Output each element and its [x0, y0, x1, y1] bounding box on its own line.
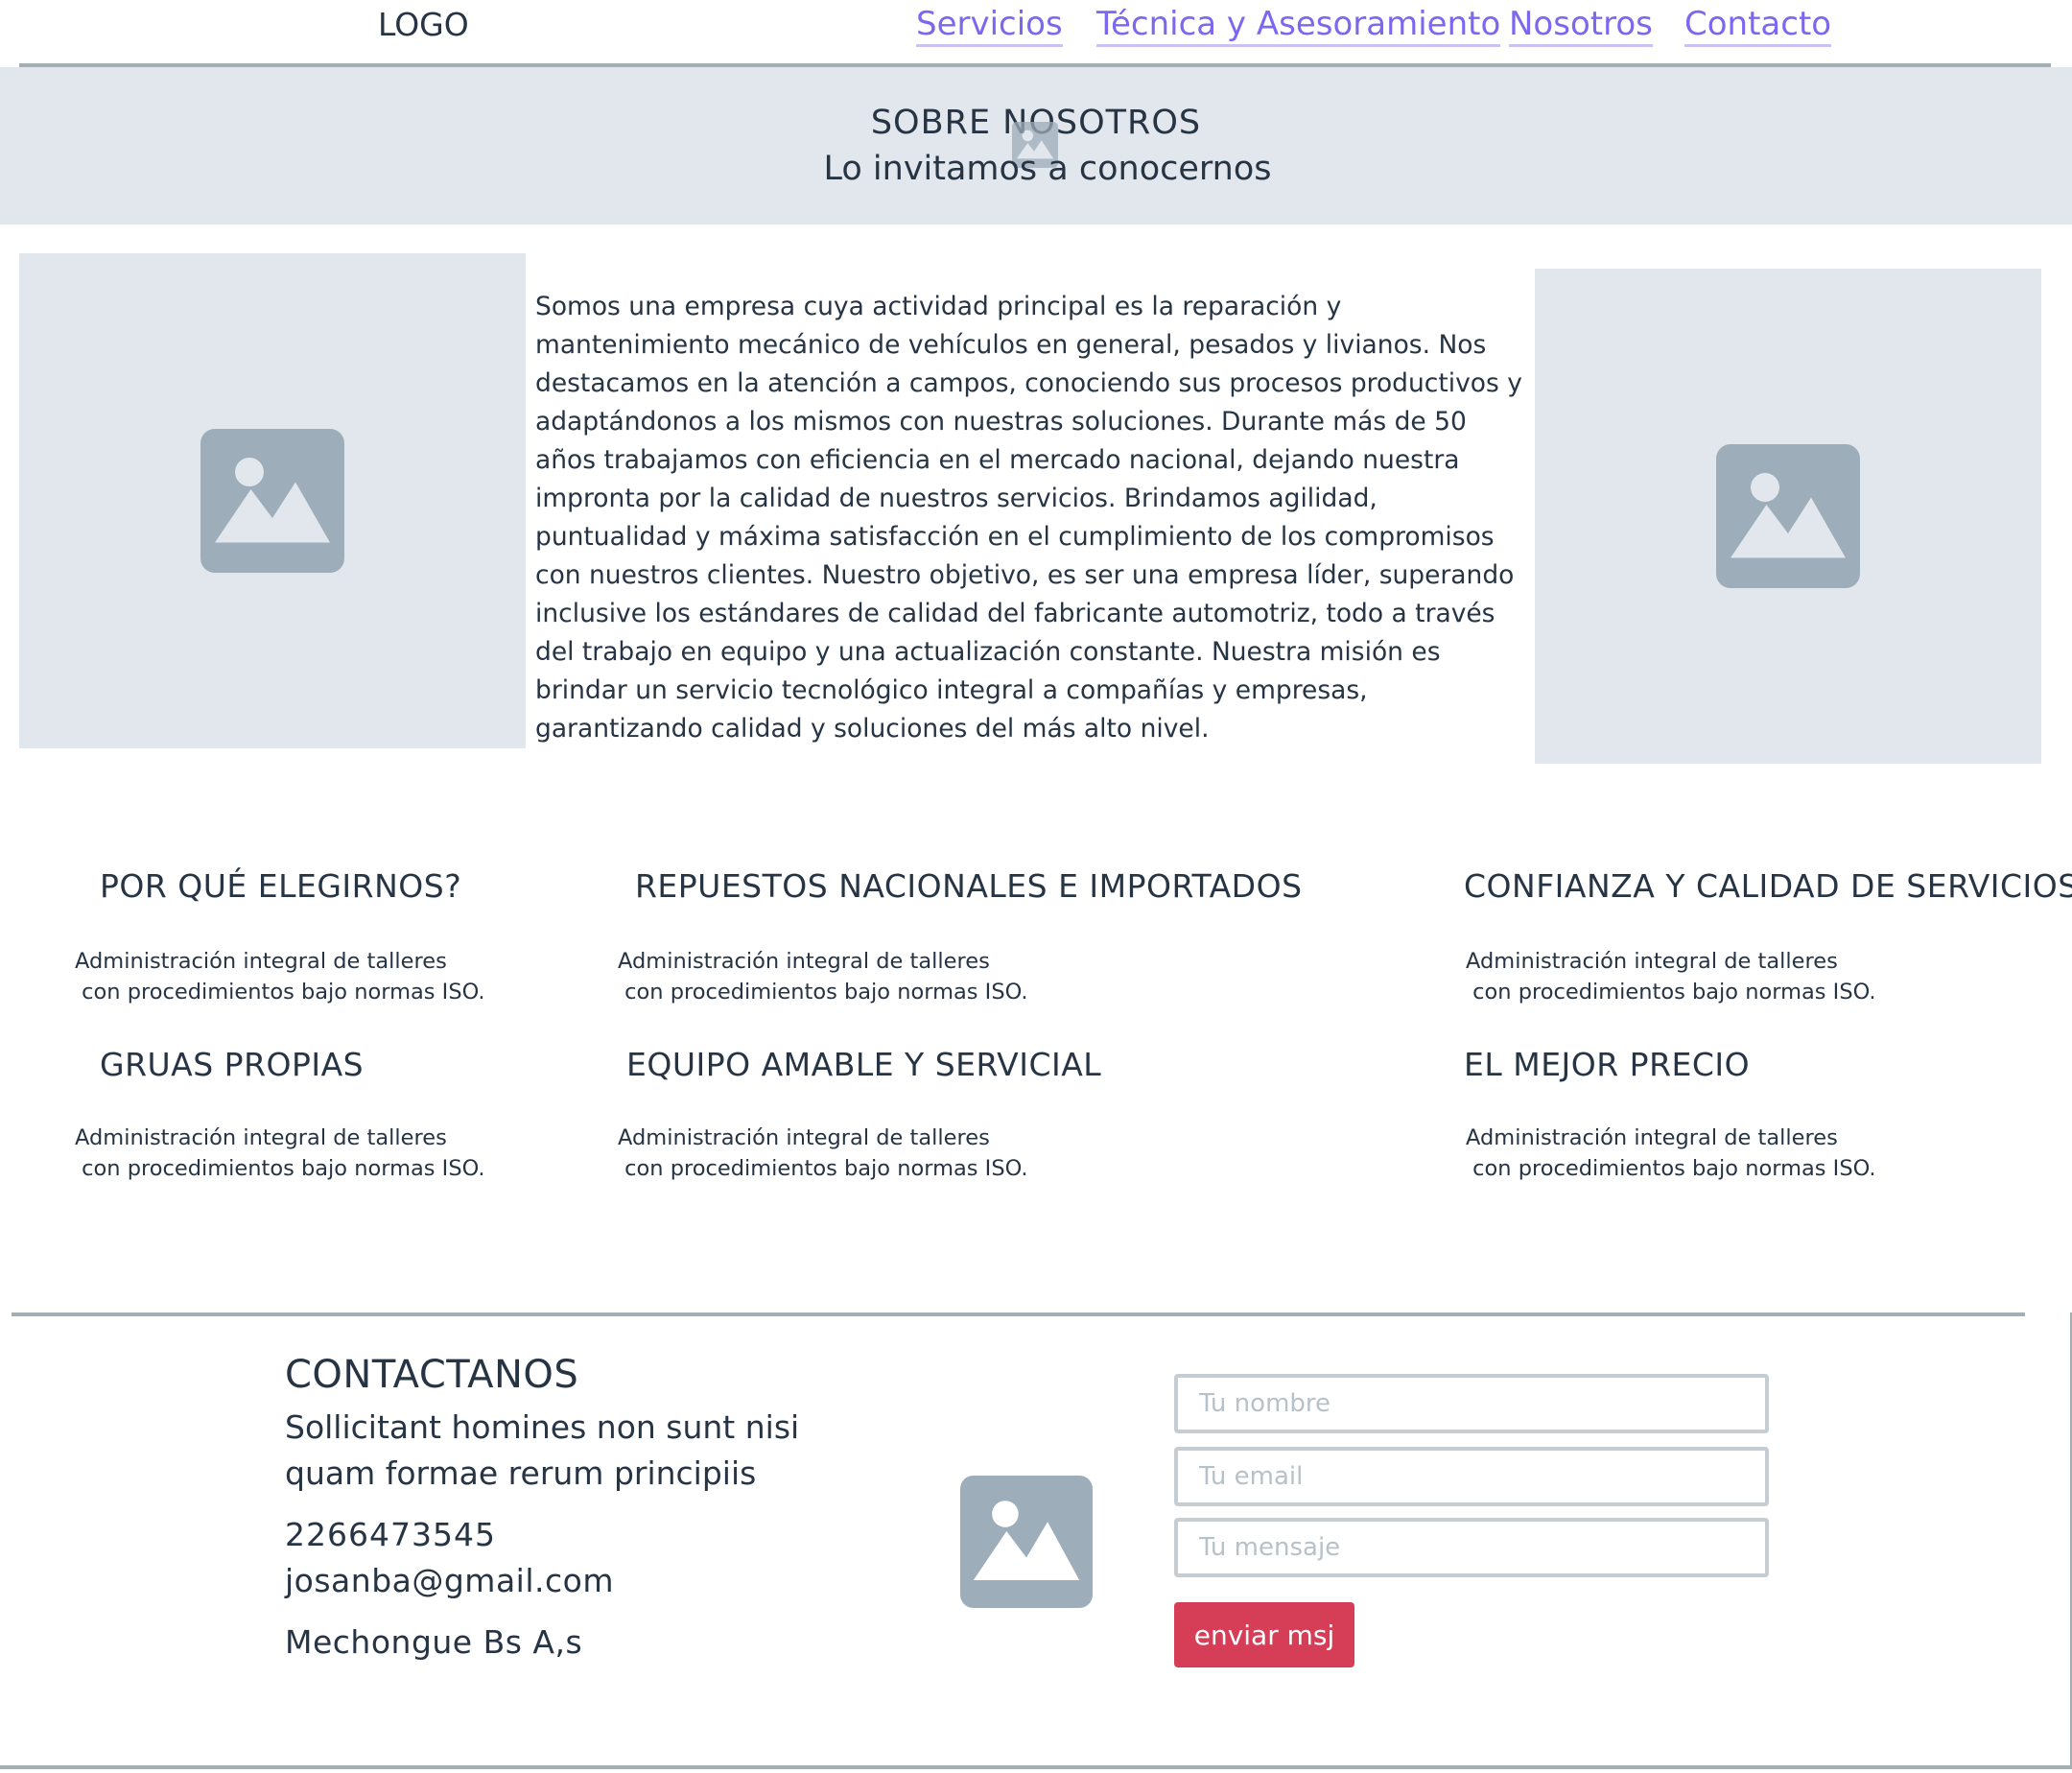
hero-subtitle: Lo invitamos a conocernos [823, 150, 1272, 188]
feature-title: EL MEJOR PRECIO [1464, 1046, 1751, 1083]
about-text: Somos una empresa cuya actividad princip… [535, 292, 1522, 744]
feature-description: Administración integral de talleres con … [1466, 949, 1876, 1005]
feature-title: EQUIPO AMABLE Y SERVICIAL [626, 1046, 1102, 1083]
about-image-left [19, 253, 526, 748]
nav-link-tecnica[interactable]: Técnica y Asesoramiento [1096, 4, 1501, 47]
contact-email: josanba@gmail.com [285, 1562, 614, 1599]
contact-phone: 2266473545 [285, 1516, 496, 1553]
image-placeholder-icon [960, 1476, 1093, 1608]
image-placeholder-icon [1716, 444, 1860, 588]
feature-title: GRUAS PROPIAS [100, 1046, 365, 1083]
email-field[interactable] [1174, 1447, 1769, 1506]
feature-title: CONFIANZA Y CALIDAD DE SERVICIOS [1464, 867, 2072, 905]
message-field[interactable] [1174, 1518, 1769, 1577]
feature-description: Administración integral de talleres con … [618, 1125, 1028, 1181]
feature-description: Administración integral de talleres con … [75, 1125, 485, 1181]
contact-text: Sollicitant homines non sunt nisi quam f… [285, 1408, 800, 1492]
feature-description: Administración integral de talleres con … [75, 949, 485, 1005]
nav-link-contacto[interactable]: Contacto [1684, 4, 1832, 47]
nav-link-nosotros[interactable]: Nosotros [1509, 4, 1653, 47]
nav-link-servicios[interactable]: Servicios [916, 4, 1063, 47]
image-placeholder-icon [200, 429, 344, 573]
feature-title: POR QUÉ ELEGIRNOS? [100, 867, 462, 905]
name-field[interactable] [1174, 1374, 1769, 1433]
send-message-button[interactable]: enviar msj [1174, 1602, 1354, 1667]
feature-title: REPUESTOS NACIONALES E IMPORTADOS [635, 867, 1303, 905]
about-image-right [1535, 269, 2041, 764]
contact-title: CONTACTANOS [285, 1353, 579, 1397]
contact-location: Mechongue Bs A,s [285, 1623, 583, 1661]
footer-divider [12, 1312, 2025, 1316]
logo: LOGO [378, 6, 469, 43]
feature-description: Administración integral de talleres con … [618, 949, 1028, 1005]
feature-description: Administración integral de talleres con … [1466, 1125, 1876, 1181]
